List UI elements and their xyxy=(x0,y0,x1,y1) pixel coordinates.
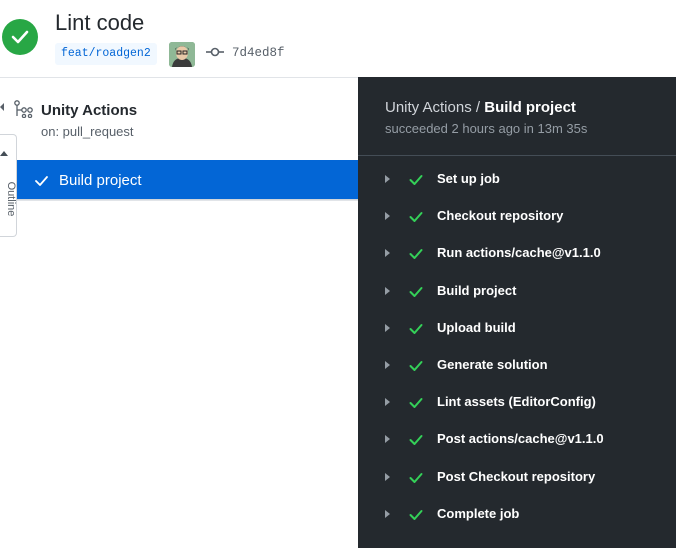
check-icon xyxy=(409,247,423,260)
step-label: Post Checkout repository xyxy=(437,468,596,484)
step-label: Complete job xyxy=(437,505,520,521)
check-icon xyxy=(409,285,423,297)
collapse-caret-icon[interactable] xyxy=(0,103,4,111)
step-row[interactable]: Complete job xyxy=(358,496,676,533)
outline-tab-label: Outline xyxy=(5,181,17,217)
job-status-text: succeeded 2 hours ago in 13m 35s xyxy=(385,121,588,136)
step-row[interactable]: Generate solution xyxy=(358,347,676,384)
job-list-divider xyxy=(17,200,358,201)
check-icon xyxy=(409,210,423,223)
breadcrumb-separator: / xyxy=(471,99,485,116)
triangle-right-icon[interactable] xyxy=(385,249,390,258)
check-icon xyxy=(409,433,423,446)
triangle-right-icon[interactable] xyxy=(385,398,390,407)
check-icon xyxy=(409,322,423,334)
triangle-right-icon[interactable] xyxy=(385,472,390,481)
triangle-right-icon[interactable] xyxy=(385,175,390,183)
step-label: Run actions/cache@v1.1.0 xyxy=(437,245,601,261)
check-icon xyxy=(409,359,423,371)
step-row[interactable]: Set up job xyxy=(358,161,676,198)
step-row[interactable]: Post Checkout repository xyxy=(358,459,676,496)
step-label: Build project xyxy=(437,282,517,298)
header-divider xyxy=(0,77,358,78)
page-title: Lint code xyxy=(55,10,145,35)
step-label: Upload build xyxy=(437,319,516,335)
check-icon xyxy=(409,471,423,483)
triangle-right-icon[interactable] xyxy=(385,323,390,332)
commit-sha-link[interactable]: 7d4ed8f xyxy=(232,46,285,60)
success-check-circle-icon xyxy=(2,19,38,55)
triangle-right-icon[interactable] xyxy=(385,509,390,518)
check-icon xyxy=(35,174,48,186)
step-label: Generate solution xyxy=(437,357,548,372)
breadcrumb-job: Build project xyxy=(484,99,576,116)
triangle-right-icon[interactable] xyxy=(385,212,390,221)
outline-caret-icon xyxy=(0,151,8,156)
job-label: Build project xyxy=(59,172,142,189)
step-row[interactable]: Lint assets (EditorConfig) xyxy=(358,384,676,421)
log-header: Unity Actions / Build project succeeded … xyxy=(358,77,676,156)
workflow-name[interactable]: Unity Actions xyxy=(41,102,137,119)
git-commit-icon xyxy=(206,45,224,59)
branch-tag[interactable]: feat/roadgen2 xyxy=(55,43,157,65)
workflow-trigger: on: pull_request xyxy=(41,124,134,139)
job-log-panel: Unity Actions / Build project succeeded … xyxy=(358,77,676,548)
step-row[interactable]: Checkout repository xyxy=(358,198,676,235)
step-row[interactable]: Post actions/cache@v1.1.0 xyxy=(358,421,676,458)
step-label: Post actions/cache@v1.1.0 xyxy=(437,431,604,447)
triangle-right-icon[interactable] xyxy=(385,361,390,369)
job-item-build-project[interactable]: Build project xyxy=(17,160,358,200)
triangle-right-icon[interactable] xyxy=(385,286,390,295)
workflow-run-page: Lint code feat/roadgen2 7d4ed8f Unity Ac… xyxy=(0,0,676,548)
check-icon xyxy=(409,173,423,185)
step-row[interactable]: Run actions/cache@v1.1.0 xyxy=(358,235,676,272)
avatar[interactable] xyxy=(169,42,195,67)
step-label: Set up job xyxy=(437,171,500,186)
step-row[interactable]: Upload build xyxy=(358,310,676,347)
step-row[interactable]: Build project xyxy=(358,273,676,310)
check-icon xyxy=(409,396,423,409)
check-icon xyxy=(409,508,423,520)
step-label: Checkout repository xyxy=(437,208,564,224)
workflow-icon xyxy=(14,100,34,119)
step-label: Lint assets (EditorConfig) xyxy=(437,394,596,410)
breadcrumb: Unity Actions / Build project xyxy=(385,99,576,116)
breadcrumb-workflow[interactable]: Unity Actions xyxy=(385,99,472,116)
triangle-right-icon[interactable] xyxy=(385,435,390,444)
outline-tab[interactable]: Outline xyxy=(0,134,17,237)
